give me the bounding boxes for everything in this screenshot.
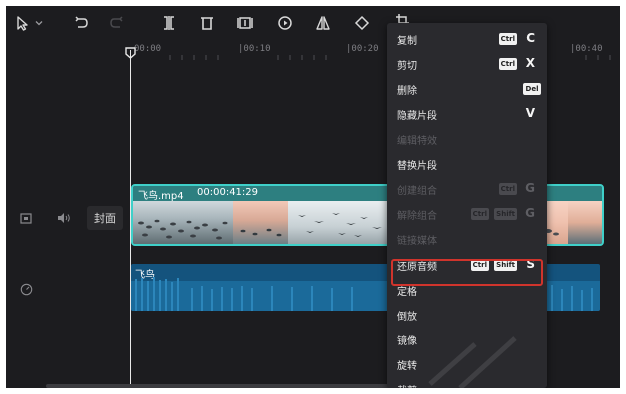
menu-shortcut-badge: Ctrl: [498, 58, 517, 70]
menu-item-label: 解除组合: [397, 211, 437, 222]
clip-thumbnail: [288, 201, 388, 244]
menu-shortcut-badge: Ctrl: [498, 33, 517, 45]
horizontal-scrollbar[interactable]: [46, 384, 436, 388]
undo-icon[interactable]: [70, 13, 92, 33]
menu-item: 链接媒体: [387, 229, 547, 249]
reverse-play-icon[interactable]: [274, 13, 296, 33]
clip-name: 飞鸟.mp4: [138, 191, 184, 202]
video-editor-timeline: 00:00 |00:10 |00:20 |00:40 封面 飞鸟.mp4 00:…: [6, 6, 620, 388]
menu-item-label: 剪切: [397, 61, 417, 72]
menu-shortcut-key: C: [526, 31, 535, 45]
menu-shortcut-key: X: [525, 56, 535, 70]
menu-item: 创建组合 G Ctrl: [387, 179, 547, 199]
select-pointer-icon[interactable]: [12, 13, 34, 33]
cover-label: 封面: [94, 212, 116, 225]
menu-item-label: 镜像: [397, 336, 417, 347]
clip-duration: 00:00:41:29: [197, 187, 259, 198]
menu-item: 编辑特效: [387, 129, 547, 149]
menu-item-label: 复制: [397, 36, 417, 47]
menu-item-label: 隐藏片段: [397, 111, 437, 122]
cover-button[interactable]: 封面: [87, 206, 123, 230]
menu-item: 解除组合 G Shift Ctrl: [387, 204, 547, 224]
rotate-icon[interactable]: [351, 13, 373, 33]
menu-shortcut-key: V: [525, 106, 535, 120]
menu-item-label: 裁剪: [397, 382, 417, 388]
menu-item-label: 删除: [397, 86, 417, 97]
menu-shortcut-badge: Shift: [494, 208, 517, 220]
track-mute-icon[interactable]: [56, 210, 72, 226]
track-display-icon[interactable]: [18, 210, 34, 226]
menu-item[interactable]: 定格: [387, 280, 547, 300]
menu-item-label: 创建组合: [397, 186, 437, 197]
mirror-icon[interactable]: [312, 13, 334, 33]
split-icon[interactable]: [158, 13, 180, 33]
menu-shortcut-key: G: [525, 181, 535, 195]
menu-item-label: 倒放: [397, 312, 417, 323]
delete-icon[interactable]: [196, 13, 218, 33]
menu-item[interactable]: 倒放: [387, 305, 547, 325]
playhead-line[interactable]: [130, 50, 131, 388]
dropdown-chevron-icon[interactable]: [32, 13, 46, 33]
redo-icon[interactable]: [106, 13, 128, 33]
menu-item-label: 编辑特效: [397, 136, 437, 147]
menu-item-label: 替换片段: [397, 161, 437, 172]
menu-shortcut-key: G: [525, 206, 535, 220]
playhead-handle[interactable]: [125, 44, 136, 59]
menu-item[interactable]: 复制 C Ctrl: [387, 29, 547, 49]
menu-shortcut-badge: Del: [523, 83, 541, 95]
watermark-graphic: [420, 324, 530, 388]
menu-item[interactable]: 删除 Del: [387, 79, 547, 99]
menu-item[interactable]: 隐藏片段 V: [387, 104, 547, 124]
clip-thumbnail: [233, 201, 288, 244]
menu-shortcut-badge: Ctrl: [470, 208, 489, 220]
clip-thumbnail: [568, 201, 602, 244]
menu-item[interactable]: 替换片段: [387, 154, 547, 174]
menu-shortcut-badge: Ctrl: [498, 183, 517, 195]
menu-item-label: 链接媒体: [397, 236, 437, 247]
menu-item-label: 旋转: [397, 361, 417, 372]
menu-item[interactable]: 剪切 X Ctrl: [387, 54, 547, 74]
freeze-frame-icon[interactable]: [234, 13, 256, 33]
menu-item-label: 定格: [397, 287, 417, 298]
audio-track-speed-icon[interactable]: [18, 281, 34, 297]
clip-thumbnail: [133, 201, 233, 244]
